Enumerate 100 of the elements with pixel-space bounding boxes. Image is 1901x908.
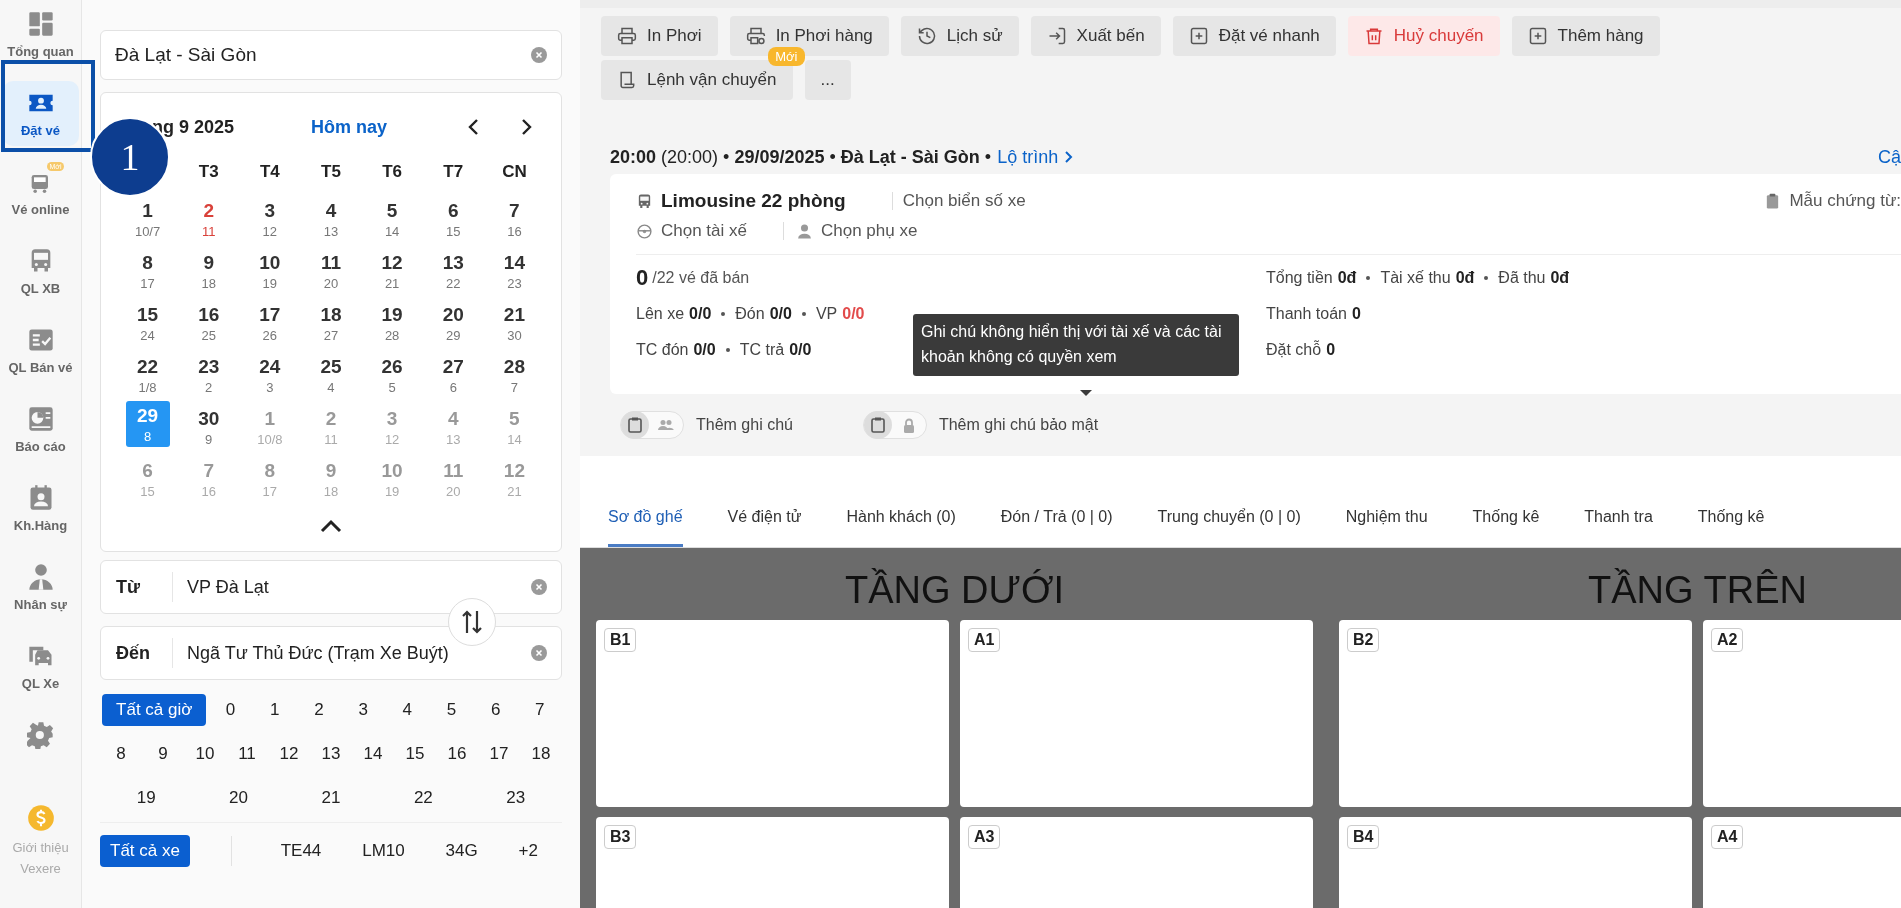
toolbar-button[interactable]: In Phơi xyxy=(601,16,718,56)
hour-filter[interactable]: 4 xyxy=(387,694,428,726)
calendar-day[interactable]: 19 28 xyxy=(370,297,415,349)
calendar-day[interactable]: 22 1/8 xyxy=(125,349,170,401)
calendar-day[interactable]: 9 18 xyxy=(186,245,231,297)
hour-filter[interactable]: 5 xyxy=(431,694,472,726)
tab[interactable]: Hành khách (0) xyxy=(846,508,956,547)
calendar-day[interactable]: 28 7 xyxy=(492,349,537,401)
seat-card[interactable]: A2 xyxy=(1703,620,1901,807)
sidebar-item[interactable]: Nhân sự xyxy=(2,555,79,620)
calendar-day[interactable]: 2 11 xyxy=(186,193,231,245)
clear-icon[interactable] xyxy=(531,47,547,63)
hour-filter[interactable]: 20 xyxy=(218,782,259,814)
calendar-day[interactable]: 20 29 xyxy=(431,297,476,349)
sidebar-item[interactable]: Tổng quan xyxy=(2,2,79,67)
vehicle-filter[interactable]: TE44 xyxy=(272,835,330,867)
vehicle-filter[interactable]: 34G xyxy=(437,835,486,867)
tab[interactable]: Vé điện tử xyxy=(727,508,802,547)
collapse-icon[interactable] xyxy=(320,519,342,533)
hour-filter[interactable]: 14 xyxy=(353,738,393,770)
calendar-day[interactable]: 21 30 xyxy=(492,297,537,349)
calendar-day[interactable]: 5 14 xyxy=(370,193,415,245)
vehicle-filter[interactable]: Tất cả xe xyxy=(100,835,190,867)
vehicle-filter[interactable]: +2 xyxy=(510,835,546,867)
next-icon[interactable] xyxy=(519,118,533,136)
calendar-day[interactable]: 8 17 xyxy=(125,245,170,297)
calendar-day[interactable]: 4 13 xyxy=(309,193,353,245)
calendar-day[interactable]: 13 22 xyxy=(431,245,476,297)
today-link[interactable]: Hôm nay xyxy=(311,116,388,138)
vehicle-filter[interactable]: LM10 xyxy=(354,835,413,867)
calendar-day[interactable]: 15 24 xyxy=(125,297,170,349)
hour-filter[interactable]: Tất cả giờ xyxy=(102,694,207,726)
hour-filter[interactable]: 1 xyxy=(254,694,295,726)
calendar-day[interactable]: 3 12 xyxy=(247,193,292,245)
origin-field[interactable]: Từ VP Đà Lạt xyxy=(100,560,562,614)
calendar-day[interactable]: 16 25 xyxy=(186,297,231,349)
tab[interactable]: Thống kê xyxy=(1472,508,1540,547)
hour-filter[interactable]: 19 xyxy=(126,782,167,814)
seat-card[interactable]: A4 xyxy=(1703,817,1901,908)
calendar-day[interactable]: 30 9 xyxy=(186,401,231,453)
sidebar-item[interactable]: Báo cáo xyxy=(2,397,79,462)
tab[interactable]: Đón / Trả (0 | 0) xyxy=(1000,508,1113,547)
toolbar-button[interactable]: ... xyxy=(804,60,851,100)
hour-filter[interactable]: 9 xyxy=(143,738,183,770)
hour-filter[interactable]: 3 xyxy=(343,694,384,726)
hour-filter[interactable]: 21 xyxy=(310,782,351,814)
calendar-day[interactable]: 25 4 xyxy=(309,349,353,401)
calendar-day[interactable]: 6 15 xyxy=(431,193,476,245)
sidebar-item[interactable]: Kh.Hàng xyxy=(2,476,79,541)
driver-selector[interactable]: Chọn tài xế xyxy=(661,221,747,241)
plate-selector[interactable]: Chọn biển số xe xyxy=(902,191,1026,211)
seat-card[interactable]: A1 xyxy=(960,620,1313,807)
hour-filter[interactable]: 13 xyxy=(311,738,351,770)
previous-icon[interactable] xyxy=(467,118,481,136)
calendar-day[interactable]: 17 26 xyxy=(247,297,292,349)
destination-field[interactable]: Đến Ngã Tư Thủ Đức (Trạm Xe Buýt) xyxy=(100,626,562,680)
assistant-selector[interactable]: Chọn phụ xe xyxy=(821,221,918,241)
clear-icon[interactable] xyxy=(531,579,547,595)
calendar-day[interactable]: 27 6 xyxy=(431,349,476,401)
seat-card[interactable]: B4 xyxy=(1339,817,1692,908)
seat-card[interactable]: B3 xyxy=(596,817,949,908)
hour-filter[interactable]: 8 xyxy=(101,738,141,770)
calendar-day[interactable]: 14 23 xyxy=(492,245,537,297)
calendar-day[interactable]: 12 21 xyxy=(370,245,415,297)
hour-filter[interactable]: 12 xyxy=(269,738,309,770)
route-field[interactable]: Đà Lạt - Sài Gòn xyxy=(100,30,562,80)
hour-filter[interactable]: 11 xyxy=(227,738,267,770)
route-link[interactable]: Lộ trình xyxy=(997,146,1075,168)
seat-card[interactable]: B2 xyxy=(1339,620,1692,807)
seat-card[interactable]: B1 xyxy=(596,620,949,807)
tab[interactable]: Thanh tra xyxy=(1584,508,1653,547)
tab[interactable]: Trung chuyển (0 | 0) xyxy=(1157,508,1301,547)
sidebar-item[interactable]: QL XB xyxy=(2,239,79,304)
toolbar-button[interactable]: Lịch sử xyxy=(900,16,1019,56)
hour-filter[interactable]: 18 xyxy=(521,738,561,770)
update-link[interactable]: Cậ xyxy=(1878,146,1901,168)
hour-filter[interactable]: 15 xyxy=(395,738,435,770)
hour-filter[interactable]: 22 xyxy=(403,782,444,814)
toolbar-button[interactable]: Huỷ chuyến xyxy=(1347,16,1500,56)
calendar-day[interactable]: 24 3 xyxy=(247,349,292,401)
hour-filter[interactable]: 17 xyxy=(479,738,519,770)
add-note-button[interactable]: Thêm ghi chú xyxy=(620,410,793,440)
sidebar-item[interactable]: Đặt vé xyxy=(2,81,79,146)
hour-filter[interactable]: 10 xyxy=(185,738,225,770)
toolbar-button[interactable]: Xuất bến xyxy=(1030,16,1161,56)
toolbar-button[interactable]: Lệnh vận chuyển xyxy=(601,60,793,100)
tab[interactable]: Thống kê xyxy=(1697,508,1765,547)
sidebar-item[interactable]: QL Xe xyxy=(2,634,79,699)
calendar-day[interactable]: 23 2 xyxy=(186,349,231,401)
hour-filter[interactable]: 23 xyxy=(495,782,536,814)
calendar-day[interactable]: 10 19 xyxy=(247,245,292,297)
calendar-day[interactable]: 26 5 xyxy=(370,349,415,401)
toolbar-button[interactable]: Thêm hàng xyxy=(1511,16,1660,56)
add-note-button[interactable]: Thêm ghi chú bảo mật xyxy=(862,410,1099,440)
hour-filter[interactable]: 7 xyxy=(519,694,560,726)
clear-icon[interactable] xyxy=(531,645,547,661)
sidebar-item[interactable]: QL Bán vé xyxy=(2,318,79,383)
calendar-day[interactable]: 18 27 xyxy=(309,297,353,349)
toolbar-button[interactable]: Đặt vé nhanh xyxy=(1172,16,1336,56)
hour-filter[interactable]: 6 xyxy=(475,694,516,726)
